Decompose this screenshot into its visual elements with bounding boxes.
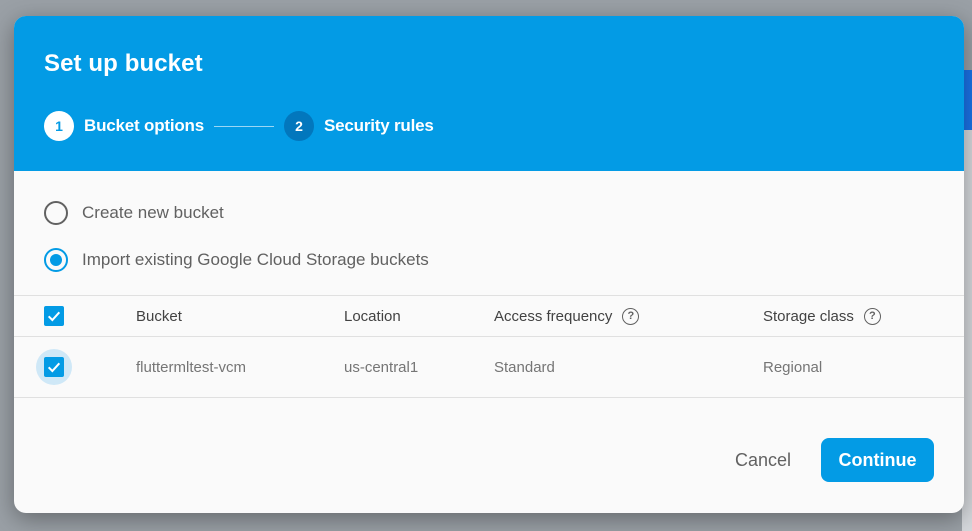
row-select-cell — [14, 349, 136, 385]
table-row[interactable]: fluttermltest-vcm us-central1 Standard R… — [14, 337, 964, 398]
buckets-table: Bucket Location Access frequency ? Stora… — [14, 295, 964, 398]
help-icon[interactable]: ? — [622, 307, 640, 325]
dialog-actions: Cancel Continue — [727, 438, 934, 482]
cell-bucket-name: fluttermltest-vcm — [136, 358, 247, 376]
column-header-storage-class: Storage class ? — [763, 307, 881, 325]
cell-location: us-central1 — [344, 358, 419, 376]
step-label-bucket-options: Bucket options — [84, 116, 204, 135]
cancel-button[interactable]: Cancel — [727, 450, 799, 471]
select-all-cell — [14, 306, 136, 326]
cell-storage-class: Regional — [763, 358, 823, 376]
radio-label-import-existing: Import existing Google Cloud Storage buc… — [82, 250, 429, 269]
column-header-bucket: Bucket — [136, 307, 182, 325]
radio-button-checked[interactable] — [44, 248, 68, 272]
radio-create-new-bucket[interactable]: Create new bucket — [44, 201, 934, 225]
column-header-location: Location — [344, 307, 401, 325]
check-icon — [47, 362, 61, 373]
step-connector — [214, 125, 274, 127]
help-icon[interactable]: ? — [863, 307, 881, 325]
table-header-row: Bucket Location Access frequency ? Stora… — [14, 296, 964, 337]
select-all-checkbox[interactable] — [44, 306, 64, 326]
check-icon — [47, 311, 61, 322]
row-checkbox-focus-halo — [36, 349, 72, 385]
radio-label-create-new: Create new bucket — [82, 203, 224, 222]
dialog-title: Set up bucket — [44, 50, 203, 77]
radio-import-existing-buckets[interactable]: Import existing Google Cloud Storage buc… — [44, 248, 934, 272]
step-label-security-rules: Security rules — [324, 116, 434, 135]
bucket-options: Create new bucket Import existing Google… — [14, 171, 964, 272]
step-number-1: 1 — [44, 111, 74, 141]
row-checkbox[interactable] — [44, 357, 64, 377]
step-number-2: 2 — [284, 111, 314, 141]
radio-button-unchecked[interactable] — [44, 201, 68, 225]
access-frequency-label: Access frequency — [494, 307, 613, 325]
step-security-rules[interactable]: 2 Security rules — [284, 111, 434, 141]
stepper: 1 Bucket options 2 Security rules — [44, 111, 934, 141]
column-header-access-frequency: Access frequency ? — [494, 307, 763, 325]
continue-button[interactable]: Continue — [821, 438, 934, 482]
cell-access-frequency: Standard — [494, 358, 555, 376]
dialog-header: Set up bucket 1 Bucket options 2 Securit… — [14, 16, 964, 171]
setup-bucket-dialog: Set up bucket 1 Bucket options 2 Securit… — [14, 16, 964, 513]
storage-class-label: Storage class — [763, 307, 854, 325]
step-bucket-options[interactable]: 1 Bucket options — [44, 111, 204, 141]
